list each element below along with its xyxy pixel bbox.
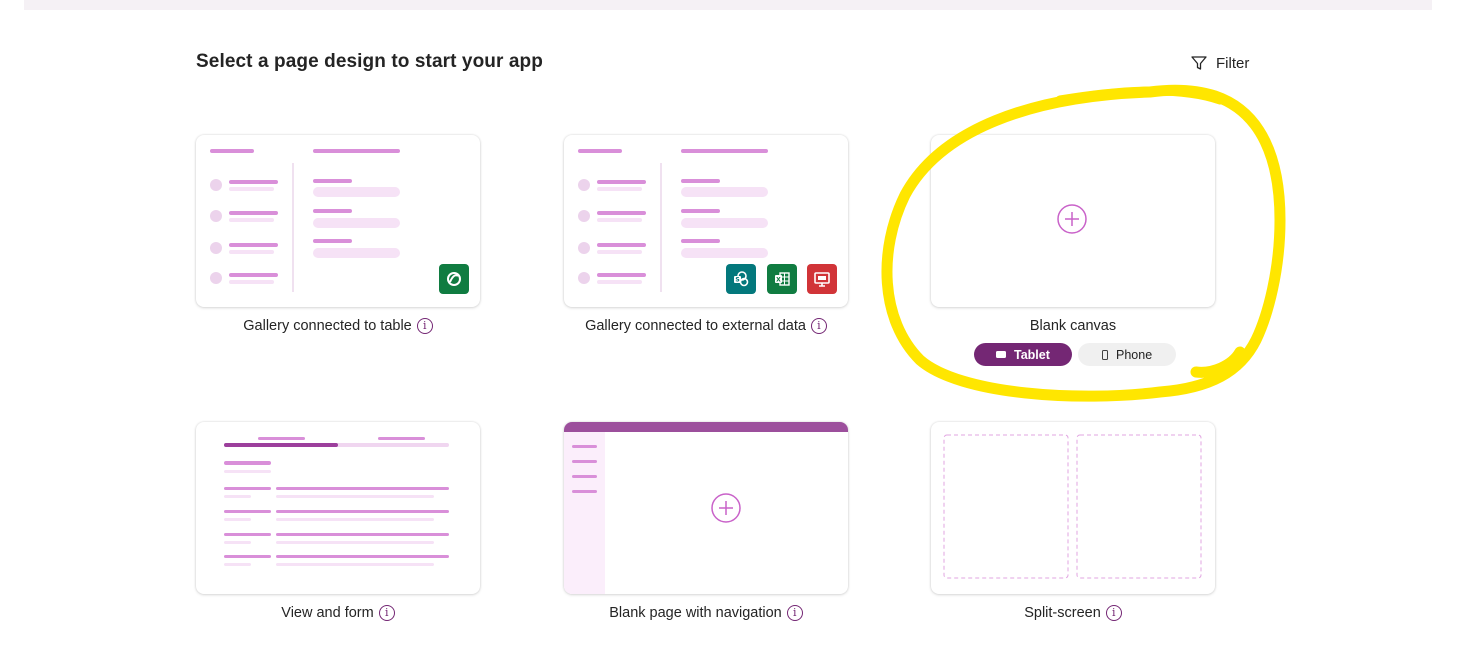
blank-canvas-thumbnail xyxy=(1057,204,1087,234)
add-icon xyxy=(711,493,741,523)
excel-icon: X xyxy=(767,264,797,294)
card-label: Split-screen xyxy=(1024,605,1101,621)
split-screen-thumbnail xyxy=(943,434,1202,579)
phone-option[interactable]: Phone xyxy=(1078,343,1176,366)
tablet-icon xyxy=(996,351,1006,358)
top-bar-strip xyxy=(24,0,1432,10)
gallery-external-thumbnail xyxy=(578,149,768,292)
card-caption: Blank canvas xyxy=(931,318,1215,334)
info-icon[interactable]: i xyxy=(416,318,433,334)
view-form-thumbnail xyxy=(224,437,449,566)
info-icon[interactable]: i xyxy=(786,605,803,621)
svg-text:X: X xyxy=(776,276,781,283)
info-icon[interactable]: i xyxy=(1105,605,1122,621)
card-caption: Blank page with navigation i xyxy=(564,605,848,621)
phone-label: Phone xyxy=(1116,347,1153,362)
card-label: Gallery connected to external data xyxy=(585,318,806,334)
info-icon[interactable]: i xyxy=(810,318,827,334)
dataverse-icon xyxy=(439,264,469,294)
card-label: Blank canvas xyxy=(1029,318,1117,334)
template-split-screen[interactable] xyxy=(931,422,1215,594)
phone-icon xyxy=(1102,349,1108,360)
card-caption: Split-screen i xyxy=(931,605,1215,621)
card-label: View and form xyxy=(281,605,374,621)
filter-label: Filter xyxy=(1216,54,1250,72)
layout-toggle: Tablet Phone xyxy=(974,343,1176,366)
card-label: Gallery connected to table xyxy=(243,318,412,334)
info-icon[interactable]: i xyxy=(378,605,395,621)
card-label: Blank page with navigation xyxy=(609,605,782,621)
blank-nav-thumbnail xyxy=(564,422,848,594)
template-blank-canvas[interactable] xyxy=(931,135,1215,307)
template-gallery-external[interactable]: S X xyxy=(564,135,848,307)
add-icon xyxy=(1057,204,1087,234)
template-view-form[interactable] xyxy=(196,422,480,594)
card-caption: Gallery connected to external data i xyxy=(564,318,848,334)
filter-button[interactable]: Filter xyxy=(1190,54,1249,72)
card-caption: View and form i xyxy=(196,605,480,621)
sharepoint-icon: S xyxy=(726,264,756,294)
page-title: Select a page design to start your app xyxy=(196,51,543,72)
filter-icon xyxy=(1191,56,1207,70)
template-blank-nav[interactable] xyxy=(564,422,848,594)
card-caption: Gallery connected to table i xyxy=(196,318,480,334)
svg-text:S: S xyxy=(735,277,739,284)
gallery-table-thumbnail xyxy=(210,149,400,292)
template-gallery-table[interactable] xyxy=(196,135,480,307)
sql-icon xyxy=(807,264,837,294)
tablet-label: Tablet xyxy=(1014,347,1050,362)
tablet-option[interactable]: Tablet xyxy=(974,343,1072,366)
